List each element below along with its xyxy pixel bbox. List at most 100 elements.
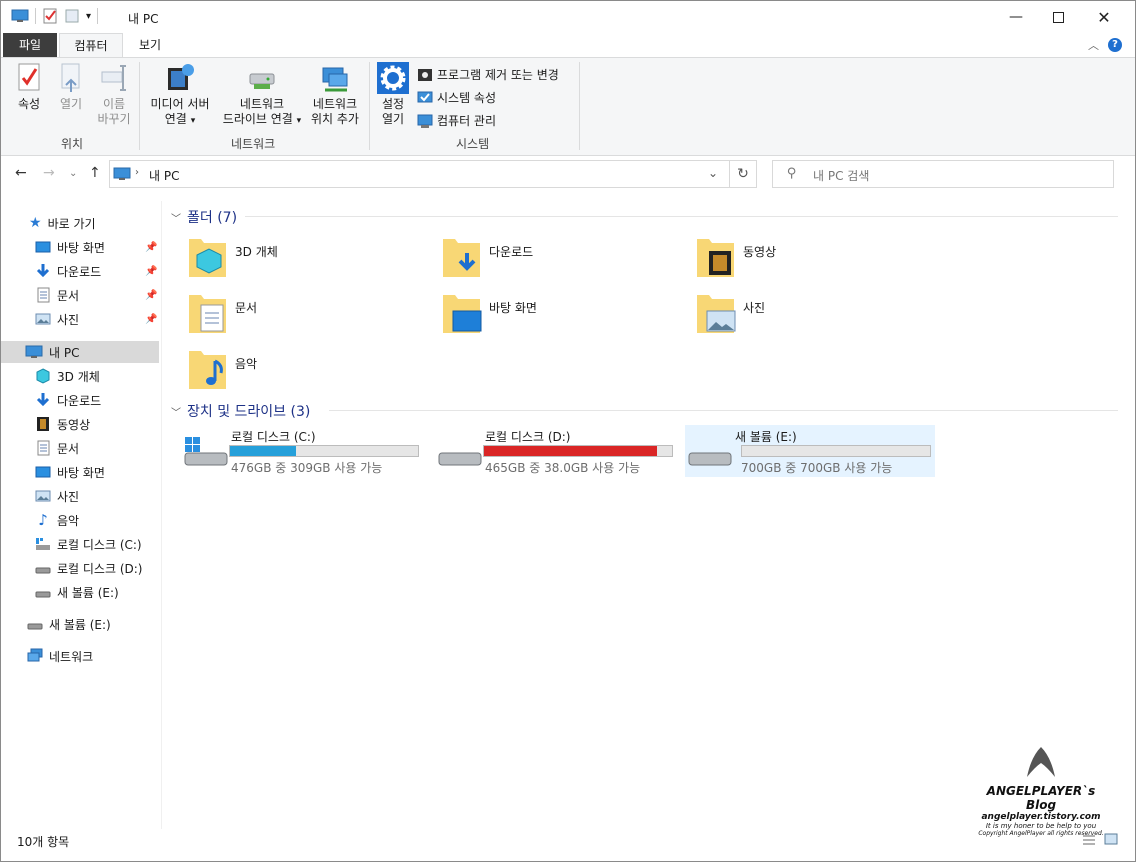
nav-quick-downloads[interactable]: 다운로드 📌 — [1, 260, 159, 282]
uninstall-program-button[interactable]: 프로그램 제거 또는 변경 — [417, 66, 559, 83]
large-icons-view-icon — [1104, 833, 1118, 845]
help-icon[interactable]: ? — [1108, 38, 1122, 52]
map-network-drive-button[interactable]: 네트워크 드라이브 연결 ▾ — [217, 62, 307, 129]
media-server-label-2: 연결 ▾ — [164, 112, 196, 126]
address-bar[interactable]: › 내 PC ⌄ — [109, 160, 730, 188]
media-server-button[interactable]: 미디어 서버 연결 ▾ — [145, 62, 215, 129]
nav-drive-e[interactable]: 새 볼륨 (E:) — [1, 581, 159, 603]
group-label-location: 위치 — [61, 137, 84, 151]
nav-pictures[interactable]: 사진 — [1, 485, 159, 507]
download-icon — [36, 393, 50, 407]
breadcrumb[interactable]: 내 PC — [149, 167, 179, 184]
title-bar: ▾ 내 PC — ✕ — [1, 1, 1135, 33]
pane-divider[interactable] — [161, 201, 162, 829]
properties-icon[interactable] — [42, 8, 58, 24]
nav-network[interactable]: 네트워크 — [1, 645, 159, 667]
nav-this-pc[interactable]: 내 PC — [1, 341, 159, 363]
nav-drive-d[interactable]: 로컬 디스크 (D:) — [1, 557, 159, 579]
tab-file[interactable]: 파일 — [3, 33, 57, 57]
rename-button[interactable]: 이름 바꾸기 — [93, 62, 135, 127]
nav-videos[interactable]: 동영상 — [1, 413, 159, 435]
computer-management-button[interactable]: 컴퓨터 관리 — [417, 112, 496, 129]
address-dropdown-icon[interactable]: ⌄ — [708, 166, 718, 180]
drive-item-c[interactable]: 로컬 디스크 (C:) 476GB 중 309GB 사용 가능 — [181, 425, 431, 477]
close-button[interactable]: ✕ — [1081, 1, 1127, 33]
properties-button[interactable]: 속성 — [11, 62, 47, 112]
folder-label: 바탕 화면 — [489, 301, 537, 315]
nav-drive-c[interactable]: 로컬 디스크 (C:) — [1, 533, 159, 555]
search-placeholder: 내 PC 검색 — [813, 169, 870, 183]
tab-computer[interactable]: 컴퓨터 — [59, 33, 123, 58]
document-icon — [37, 440, 50, 456]
properties-icon — [18, 63, 40, 91]
collapse-ribbon-icon[interactable]: ︿ — [1088, 37, 1099, 53]
drive-free-space: 476GB 중 309GB 사용 가능 — [231, 461, 383, 475]
folder-desktop-icon — [443, 295, 482, 333]
rename-icon — [101, 65, 126, 91]
rename-label-1: 이름 — [102, 97, 126, 111]
nav-quick-access[interactable]: ★ 바로 가기 — [1, 212, 159, 234]
drive-icon — [438, 452, 482, 466]
nav-desktop[interactable]: 바탕 화면 — [1, 461, 159, 483]
open-settings-button[interactable]: 설정 열기 — [375, 62, 411, 127]
search-input[interactable]: ⚲ 내 PC 검색 — [772, 160, 1114, 188]
cube-icon — [36, 368, 50, 384]
customize-qa-dropdown[interactable]: ▾ — [86, 11, 91, 22]
drive-free-space: 465GB 중 38.0GB 사용 가능 — [485, 461, 641, 475]
large-icons-view-button[interactable] — [1104, 833, 1118, 845]
back-button[interactable]: ← — [15, 165, 27, 181]
maximize-button[interactable] — [1035, 1, 1081, 33]
nav-label: 다운로드 — [57, 264, 102, 279]
drive-icon — [35, 567, 51, 574]
recent-locations-button[interactable]: ⌄ — [69, 168, 77, 179]
back-arrow-icon: ← — [15, 165, 27, 181]
folder-item-3d-objects[interactable]: 3D 개체 — [187, 235, 278, 279]
minimize-button[interactable]: — — [993, 1, 1039, 33]
nav-documents[interactable]: 문서 — [1, 437, 159, 459]
forward-button[interactable]: → — [43, 165, 55, 181]
folder-item-pictures[interactable]: 사진 — [695, 291, 765, 335]
computer-management-label: 컴퓨터 관리 — [437, 114, 497, 128]
pin-icon[interactable]: 📌 — [145, 314, 157, 325]
computer-icon — [113, 167, 131, 180]
nav-new-volume[interactable]: 새 볼륨 (E:) — [1, 613, 159, 635]
nav-downloads[interactable]: 다운로드 — [1, 389, 159, 411]
folder-item-music[interactable]: 음악 — [187, 347, 257, 391]
new-folder-icon[interactable] — [64, 8, 80, 24]
pin-icon[interactable]: 📌 — [145, 266, 157, 277]
folders-group-header[interactable]: ﹀ 폴더 (7) — [171, 207, 237, 227]
system-properties-button[interactable]: 시스템 속성 — [417, 89, 496, 106]
rename-label-2: 바꾸기 — [97, 112, 131, 126]
drives-group-header[interactable]: ﹀ 장치 및 드라이브 (3) — [171, 401, 310, 421]
chevron-down-icon: ﹀ — [171, 407, 181, 419]
refresh-button[interactable]: ↻ — [730, 160, 757, 188]
nav-quick-desktop[interactable]: 바탕 화면 📌 — [1, 236, 159, 258]
add-network-location-button[interactable]: 네트워크 위치 추가 — [305, 62, 365, 127]
watermark-url: angelplayer.tistory.com — [981, 812, 1101, 822]
ribbon-separator — [139, 62, 140, 150]
folder-item-downloads[interactable]: 다운로드 — [441, 235, 533, 279]
drive-name: 새 볼륨 (E:) — [735, 430, 797, 444]
details-view-icon — [1083, 835, 1095, 845]
up-button[interactable]: ↑ — [89, 165, 101, 181]
nav-quick-documents[interactable]: 문서 📌 — [1, 284, 159, 306]
details-view-button[interactable] — [1082, 834, 1096, 846]
pin-icon[interactable]: 📌 — [145, 242, 157, 253]
nav-quick-pictures[interactable]: 사진 📌 — [1, 308, 159, 330]
nav-music[interactable]: ♪ 음악 — [1, 509, 159, 531]
folder-music-icon — [189, 351, 226, 389]
drive-icon — [688, 452, 732, 466]
folder-item-desktop[interactable]: 바탕 화면 — [441, 291, 537, 335]
drive-item-e[interactable]: 새 볼륨 (E:) 700GB 중 700GB 사용 가능 — [685, 425, 935, 477]
computer-icon — [11, 9, 29, 22]
folder-item-documents[interactable]: 문서 — [187, 291, 257, 335]
folder-item-videos[interactable]: 동영상 — [695, 235, 776, 279]
pin-icon[interactable]: 📌 — [145, 290, 157, 301]
angel-wings-logo — [1027, 747, 1055, 777]
drive-item-d[interactable]: 로컬 디스크 (D:) 465GB 중 38.0GB 사용 가능 — [435, 425, 685, 477]
open-button[interactable]: 열기 — [53, 62, 89, 112]
nav-3d-objects[interactable]: 3D 개체 — [1, 365, 159, 387]
add-location-label-1: 네트워크 — [312, 97, 358, 111]
folder-label: 문서 — [235, 301, 258, 315]
tab-view[interactable]: 보기 — [125, 33, 175, 57]
